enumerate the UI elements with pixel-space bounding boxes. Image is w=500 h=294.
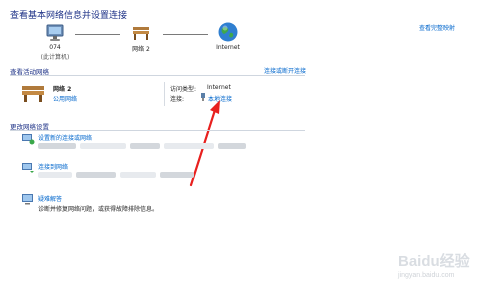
computer-icon [45,23,65,43]
page-title: 查看基本网络信息并设置连接 [10,11,128,21]
active-network-name: 网络 2 [53,86,72,93]
connect-disconnect-link[interactable]: 连接或断开连接 [264,66,306,75]
watermark-url: jingyan.baidu.com [398,272,455,279]
setup-new-connection-link[interactable]: 设置新的连接或网络 [38,133,92,142]
access-type-label: 访问类型: [170,86,197,93]
vertical-divider [164,82,165,106]
computer-sub: (此计算机) [40,54,70,61]
connection-line-1 [75,34,120,35]
change-settings-separator [10,130,305,131]
connect-to-network-icon [21,162,35,174]
troubleshoot-link[interactable]: 疑难解答 [38,194,62,203]
public-network-bench-icon [20,82,46,104]
troubleshoot-description: 诊断并修复网络问题，或获得故障排除信息。 [38,206,159,213]
bench-icon [131,22,151,42]
globe-icon [217,21,239,43]
connect-to-network-description-redacted [38,171,196,179]
watermark-logo: Baidu经验 [398,253,470,270]
connect-to-network-link[interactable]: 连接到网络 [38,162,68,171]
computer-name: 074 [49,44,61,51]
setup-new-connection-description-redacted [38,142,248,150]
access-type-value: Internet [207,84,231,91]
troubleshoot-icon [21,193,35,205]
internet-label: Internet [216,44,240,51]
network-type-link[interactable]: 公用网络 [53,94,77,103]
network-name-map: 网络 2 [132,46,150,53]
baidu-watermark: Baidu经验 jingyan.baidu.com [398,250,496,288]
view-full-map-link[interactable]: 查看完整映射 [419,23,455,32]
active-networks-separator [10,75,305,76]
connection-line-2 [163,34,208,35]
new-connection-icon [21,133,35,145]
